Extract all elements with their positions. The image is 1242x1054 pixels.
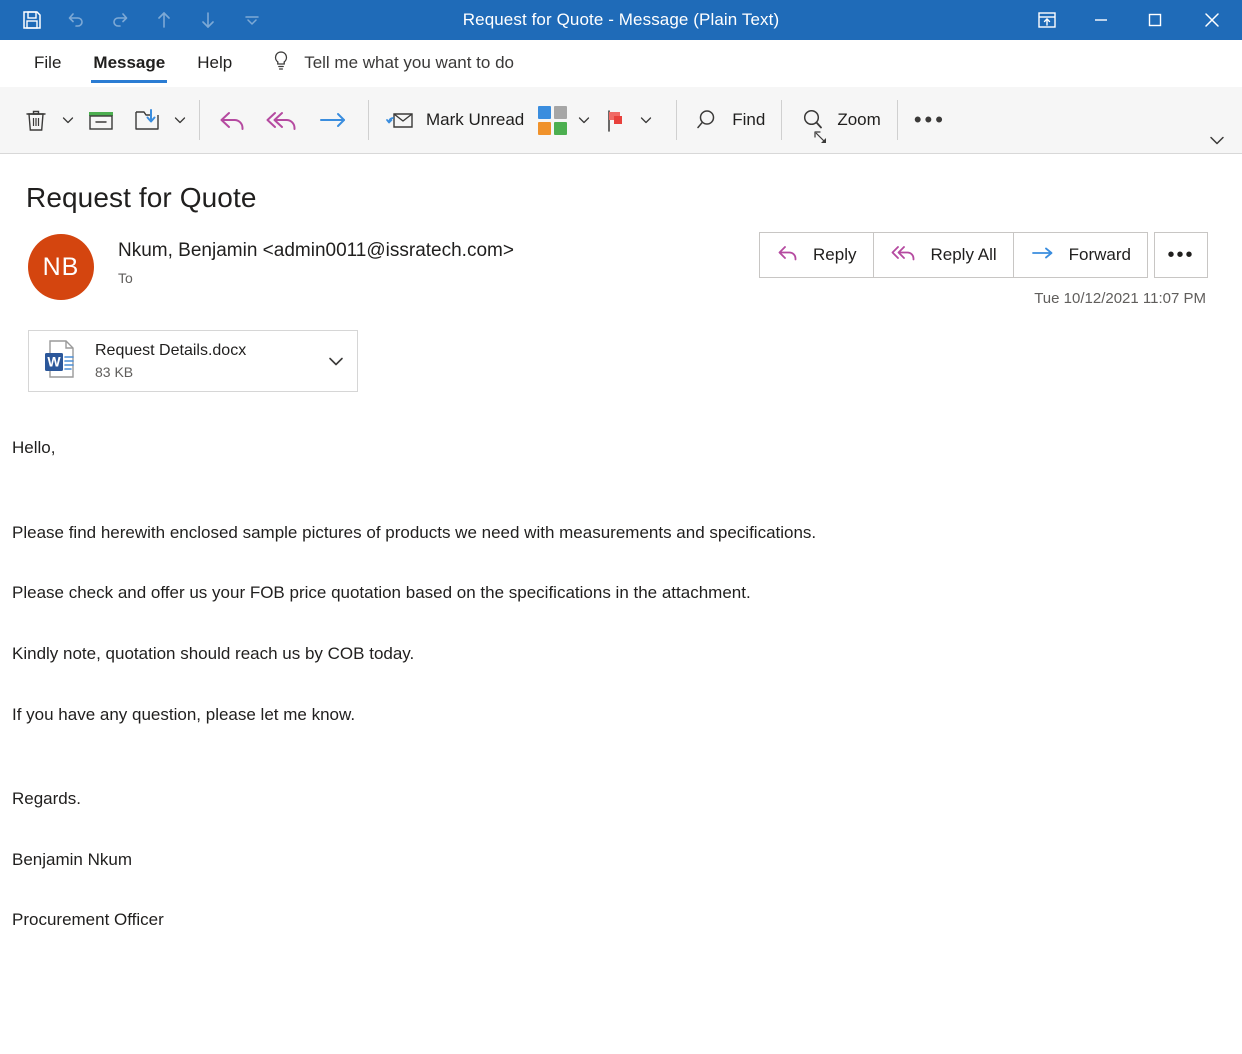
categorize-dropdown-icon[interactable] <box>574 96 594 144</box>
archive-button[interactable] <box>78 96 124 144</box>
delete-dropdown-icon[interactable] <box>58 96 78 144</box>
body-paragraph: Hello, <box>12 436 1242 461</box>
reply-all-label: Reply All <box>931 245 997 265</box>
maximize-icon[interactable] <box>1128 0 1182 40</box>
title-bar: Request for Quote - Message (Plain Text) <box>0 0 1242 40</box>
avatar: NB <box>28 234 94 300</box>
attachment-item[interactable]: W Request Details.docx 83 KB <box>28 330 358 392</box>
reply-all-button[interactable]: Reply All <box>873 232 1014 278</box>
zoom-button[interactable]: Zoom <box>791 96 887 144</box>
tell-me-box[interactable]: Tell me what you want to do <box>270 49 514 78</box>
ribbon-separator <box>199 100 200 140</box>
next-item-icon[interactable] <box>186 3 230 37</box>
body-paragraph: Kindly note, quotation should reach us b… <box>12 642 1242 667</box>
ribbon-overflow-button[interactable]: ••• <box>907 96 953 144</box>
attachment-dropdown-icon[interactable] <box>317 331 355 391</box>
tab-help[interactable]: Help <box>181 40 248 86</box>
quick-access-toolbar <box>0 3 274 37</box>
body-paragraph: If you have any question, please let me … <box>12 703 1242 728</box>
save-icon[interactable] <box>10 3 54 37</box>
forward-button[interactable]: Forward <box>1013 232 1148 278</box>
redo-icon[interactable] <box>98 3 142 37</box>
follow-up-flag-button[interactable] <box>594 96 636 144</box>
body-paragraph: Please check and offer us your FOB price… <box>12 581 1242 606</box>
attachment-area: W Request Details.docx 83 KB <box>0 300 1242 392</box>
mark-unread-button[interactable]: Mark Unread <box>378 96 531 144</box>
message-more-actions-button[interactable]: ••• <box>1154 232 1208 278</box>
collapse-ribbon-icon[interactable] <box>1202 129 1232 151</box>
zoom-label: Zoom <box>837 110 880 130</box>
tags-dialog-launcher-icon[interactable] <box>810 128 832 148</box>
tab-message[interactable]: Message <box>77 40 181 86</box>
tab-file[interactable]: File <box>18 40 77 86</box>
forward-ribbon-button[interactable] <box>309 96 359 144</box>
message-actions: Reply Reply All Forward ••• Tue 10/12/20… <box>759 232 1208 307</box>
minimize-icon[interactable] <box>1074 0 1128 40</box>
delete-button[interactable] <box>14 96 58 144</box>
move-button[interactable] <box>124 96 170 144</box>
reply-all-icon <box>890 243 920 268</box>
sender-block: Nkum, Benjamin <admin0011@issratech.com>… <box>118 234 514 286</box>
ribbon-separator <box>781 100 782 140</box>
recipient-label: To <box>118 270 514 286</box>
find-button[interactable]: Find <box>686 96 772 144</box>
reply-ribbon-button[interactable] <box>209 96 257 144</box>
sender-name-email: Nkum, Benjamin <admin0011@issratech.com> <box>118 240 514 262</box>
attachment-meta: Request Details.docx 83 KB <box>95 342 317 380</box>
close-icon[interactable] <box>1182 0 1242 40</box>
ribbon-toolbar: Mark Unread Find Zoom ••• <box>0 87 1242 154</box>
follow-up-dropdown-icon[interactable] <box>636 96 656 144</box>
undo-icon[interactable] <box>54 3 98 37</box>
category-colors-icon <box>538 106 567 135</box>
tell-me-label: Tell me what you want to do <box>304 53 514 73</box>
attachment-filesize: 83 KB <box>95 364 317 380</box>
message-pane: Request for Quote NB Nkum, Benjamin <adm… <box>0 154 1242 933</box>
body-paragraph: Benjamin Nkum <box>12 848 1242 873</box>
forward-label: Forward <box>1069 245 1131 265</box>
message-body: Hello, Please find herewith enclosed sam… <box>0 392 1242 933</box>
find-label: Find <box>732 110 765 130</box>
reply-label: Reply <box>813 245 856 265</box>
reply-button[interactable]: Reply <box>759 232 873 278</box>
lightbulb-icon <box>270 49 292 78</box>
word-document-icon: W <box>41 337 81 386</box>
menu-bar: File Message Help Tell me what you want … <box>0 40 1242 87</box>
reply-icon <box>776 243 802 268</box>
previous-item-icon[interactable] <box>142 3 186 37</box>
svg-text:W: W <box>47 353 61 369</box>
message-header: NB Nkum, Benjamin <admin0011@issratech.c… <box>0 214 1242 300</box>
message-subject: Request for Quote <box>0 154 1242 214</box>
ribbon-separator <box>368 100 369 140</box>
ribbon-separator <box>897 100 898 140</box>
message-action-row: Reply Reply All Forward ••• <box>759 232 1208 278</box>
body-paragraph: Please find herewith enclosed sample pic… <box>12 521 1242 546</box>
mark-unread-label: Mark Unread <box>426 110 524 130</box>
ribbon-separator <box>676 100 677 140</box>
reply-all-ribbon-button[interactable] <box>257 96 309 144</box>
ellipsis-icon: ••• <box>914 109 946 131</box>
popout-icon[interactable] <box>1020 0 1074 40</box>
body-paragraph: Procurement Officer <box>12 908 1242 933</box>
window-controls <box>1020 0 1242 40</box>
forward-icon <box>1030 243 1058 268</box>
move-dropdown-icon[interactable] <box>170 96 190 144</box>
attachment-filename: Request Details.docx <box>95 342 317 360</box>
message-timestamp: Tue 10/12/2021 11:07 PM <box>1034 290 1208 307</box>
body-paragraph: Regards. <box>12 787 1242 812</box>
categorize-button[interactable] <box>531 96 574 144</box>
customize-quick-access-toolbar-icon[interactable] <box>230 3 274 37</box>
